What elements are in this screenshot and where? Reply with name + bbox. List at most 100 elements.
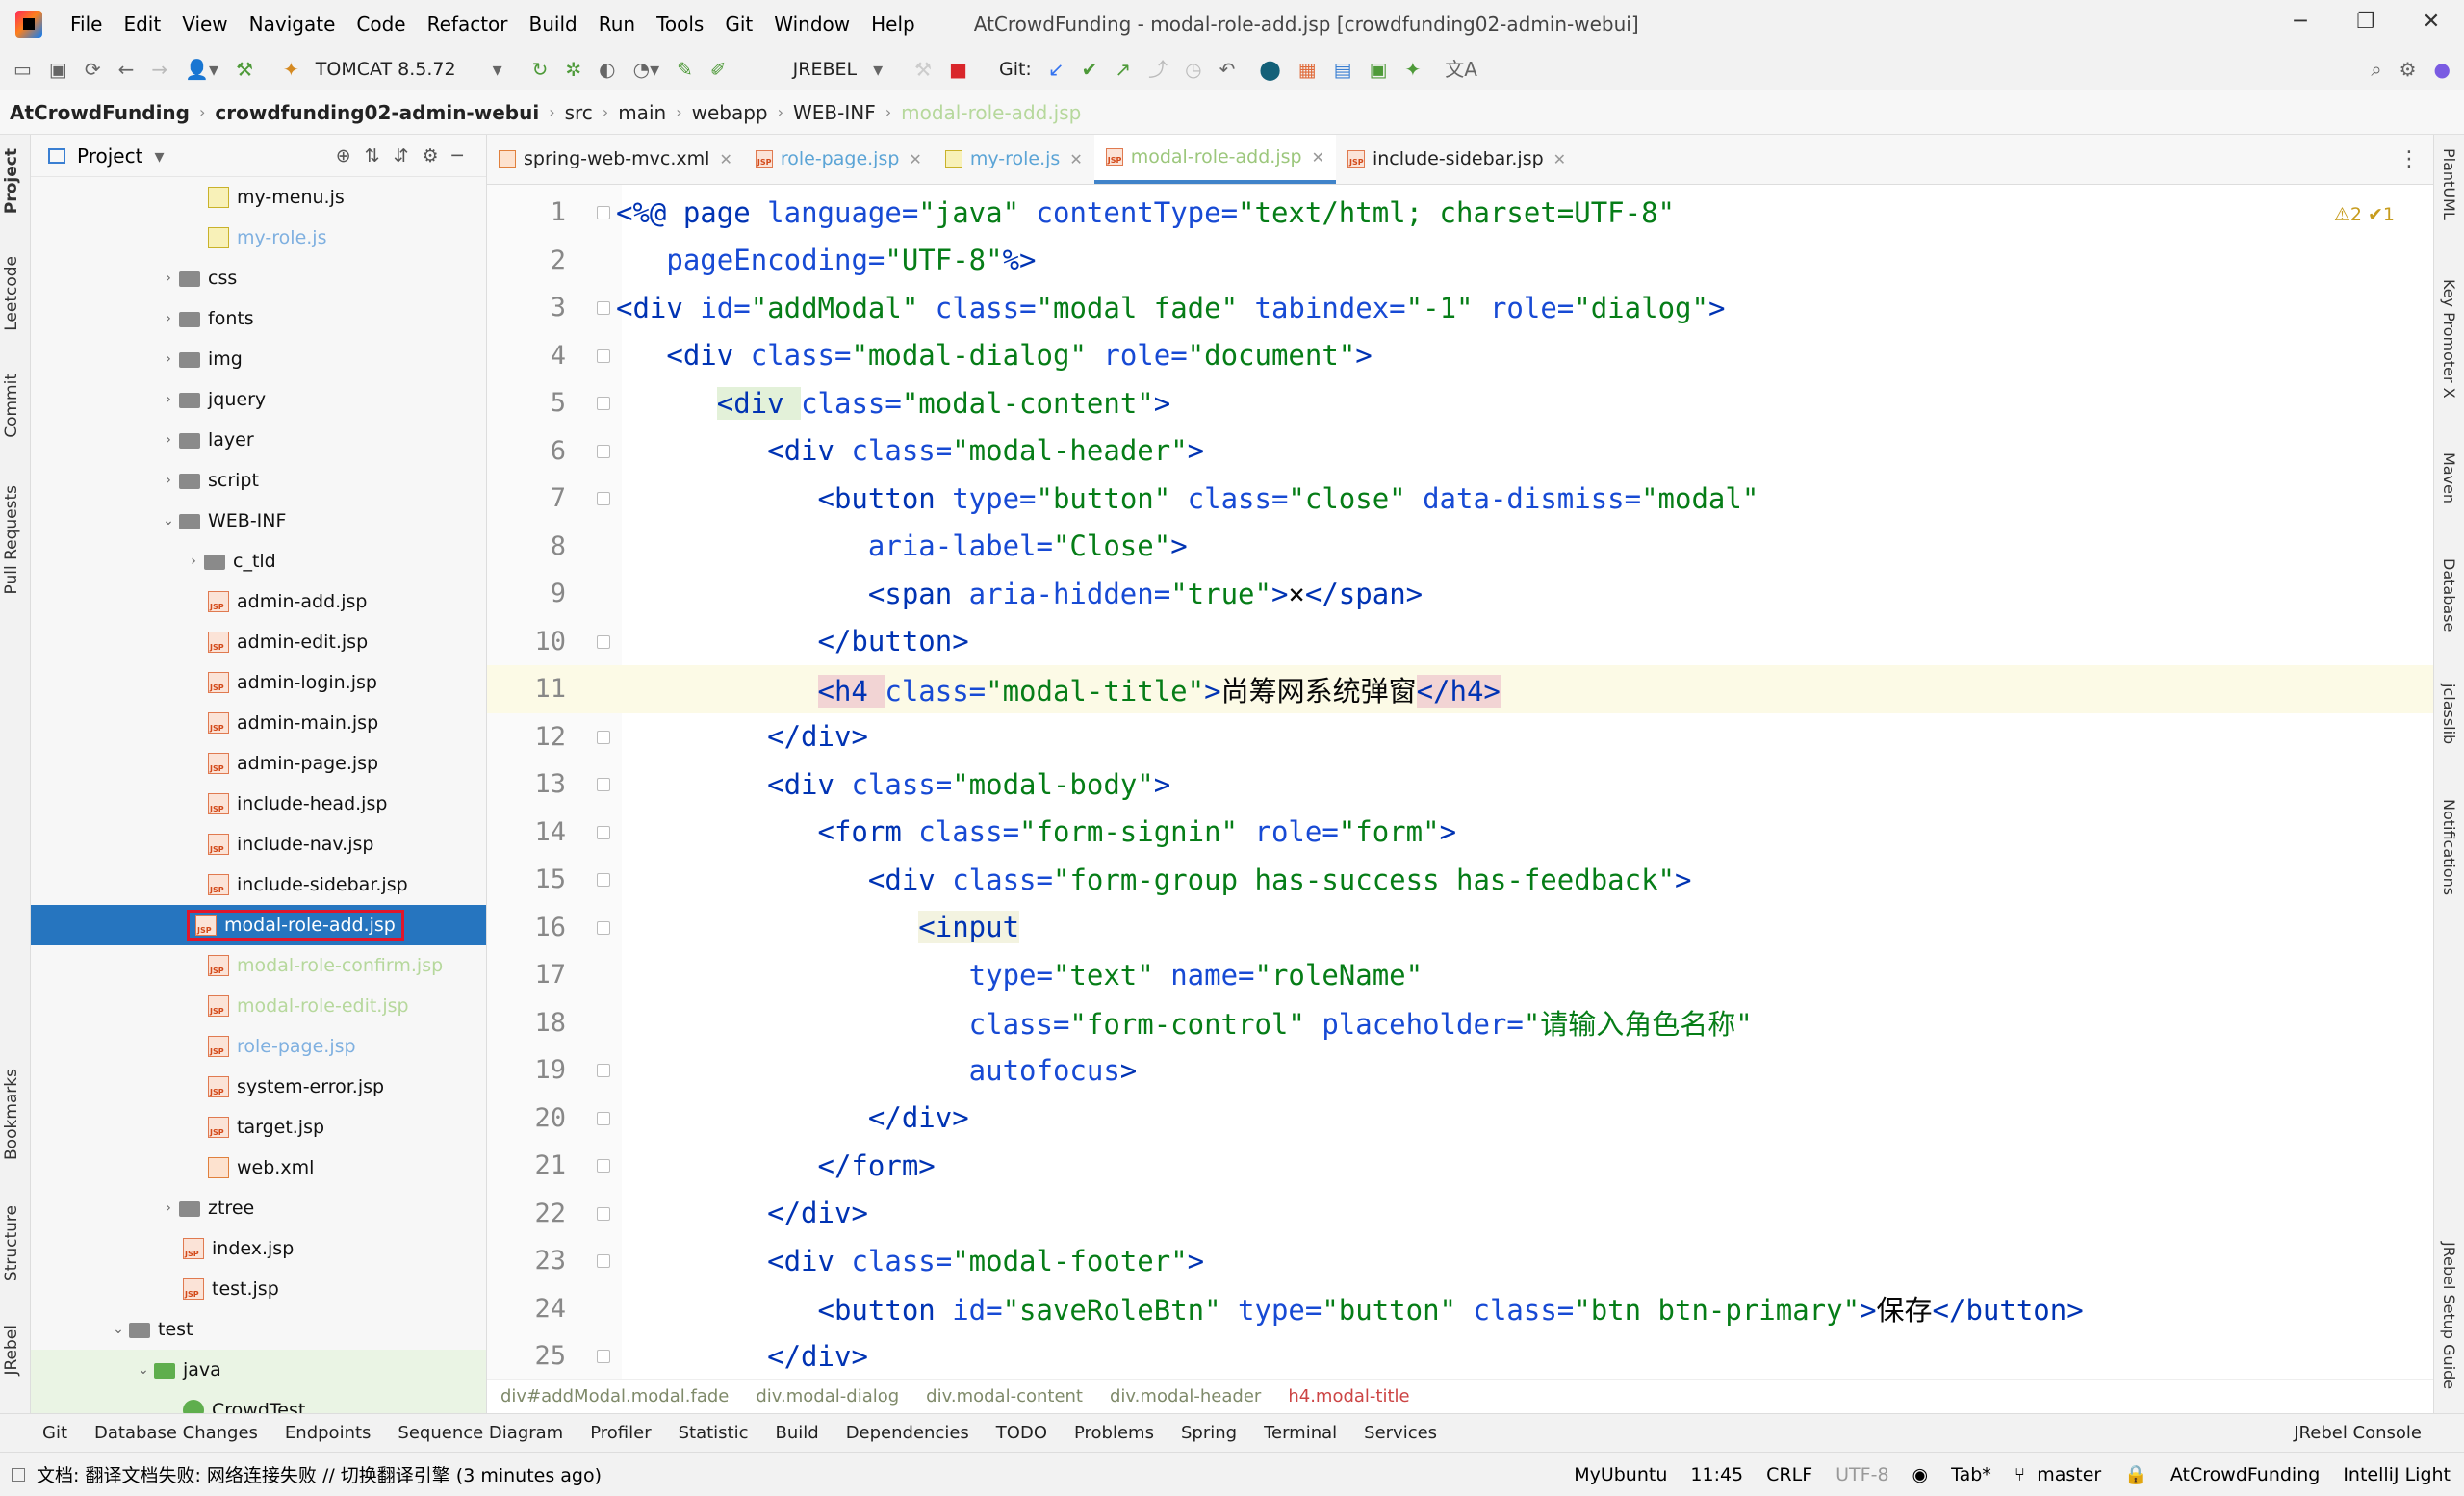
fold-icon[interactable] bbox=[597, 778, 610, 791]
sync-icon[interactable]: ⟳ bbox=[85, 60, 101, 79]
tree-file[interactable]: my-role.js bbox=[31, 218, 486, 258]
tree-file[interactable]: admin-login.jsp bbox=[31, 662, 486, 703]
run-config-selector[interactable]: TOMCAT 8.5.72 bbox=[316, 59, 456, 80]
tree-file[interactable]: modal-role-confirm.jsp bbox=[31, 945, 486, 986]
close-icon[interactable]: ✕ bbox=[2399, 0, 2464, 48]
history-icon[interactable]: ◷ bbox=[1185, 60, 1201, 79]
menu-build[interactable]: Build bbox=[519, 13, 588, 36]
eye-icon[interactable]: ◉ bbox=[1912, 1464, 1929, 1485]
status-indent[interactable]: Tab* bbox=[1951, 1464, 1991, 1485]
lock-icon[interactable]: 🔒 bbox=[2124, 1463, 2147, 1485]
tree-file[interactable]: admin-page.jsp bbox=[31, 743, 486, 784]
editor-crumb[interactable]: div.modal-dialog bbox=[742, 1386, 912, 1406]
fold-icon[interactable] bbox=[597, 1254, 610, 1268]
tree-folder[interactable]: ⌄ test bbox=[31, 1309, 486, 1350]
right-tab-notifications[interactable]: Notifications bbox=[2440, 799, 2458, 895]
chevron-right-icon[interactable]: › bbox=[158, 311, 179, 326]
git-update-icon[interactable]: ↙ bbox=[1048, 60, 1065, 79]
status-time[interactable]: 11:45 bbox=[1690, 1464, 1743, 1485]
open-folder-icon[interactable]: ▭ bbox=[13, 60, 32, 79]
chevron-right-icon[interactable]: › bbox=[158, 432, 179, 448]
editor-crumb[interactable]: h4.modal-title bbox=[1274, 1386, 1423, 1406]
toolwin-problems[interactable]: Problems bbox=[1074, 1423, 1154, 1443]
menu-refactor[interactable]: Refactor bbox=[417, 13, 519, 36]
menu-git[interactable]: Git bbox=[714, 13, 763, 36]
toolwin-sequence-diagram[interactable]: Sequence Diagram bbox=[398, 1423, 563, 1443]
chevron-right-icon[interactable]: › bbox=[183, 554, 204, 569]
menu-tools[interactable]: Tools bbox=[646, 13, 714, 36]
tree-file[interactable]: web.xml bbox=[31, 1148, 486, 1188]
chevron-right-icon[interactable]: › bbox=[158, 473, 179, 488]
tree-file[interactable]: role-page.jsp bbox=[31, 1026, 486, 1067]
tree-file[interactable]: test.jsp bbox=[31, 1269, 486, 1309]
status-toggle-icon[interactable] bbox=[12, 1467, 25, 1482]
close-tab-icon[interactable]: ✕ bbox=[1069, 150, 1082, 168]
right-tab-jrebel-setup-guide[interactable]: JRebel Setup Guide bbox=[2440, 1242, 2458, 1389]
menu-window[interactable]: Window bbox=[763, 13, 860, 36]
left-tab-project[interactable]: Project bbox=[2, 148, 21, 214]
toolwin-services[interactable]: Services bbox=[1364, 1423, 1437, 1443]
rollback-icon[interactable]: ↶ bbox=[1219, 60, 1236, 79]
project-view-selector[interactable]: Project bbox=[77, 144, 142, 168]
chevron-down-icon[interactable]: ⌄ bbox=[158, 513, 179, 529]
status-deployment-host[interactable]: MyUbuntu bbox=[1574, 1464, 1667, 1485]
tree-folder[interactable]: › layer bbox=[31, 420, 486, 460]
left-tab-pull-requests[interactable]: Pull Requests bbox=[2, 485, 21, 595]
breadcrumb-webapp[interactable]: webapp bbox=[682, 101, 778, 124]
fold-icon[interactable] bbox=[597, 397, 610, 410]
tree-folder[interactable]: › css bbox=[31, 258, 486, 298]
editor-crumb[interactable]: div#addModal.modal.fade bbox=[487, 1386, 742, 1406]
right-tab-plantuml[interactable]: PlantUML bbox=[2440, 148, 2458, 220]
menu-edit[interactable]: Edit bbox=[113, 13, 171, 36]
tree-file[interactable]: target.jsp bbox=[31, 1107, 486, 1148]
fold-icon[interactable] bbox=[597, 730, 610, 744]
tree-file[interactable]: include-head.jsp bbox=[31, 784, 486, 824]
toolwin-endpoints[interactable]: Endpoints bbox=[285, 1423, 372, 1443]
toolwin-jrebel-console[interactable]: JRebel Console bbox=[2294, 1423, 2422, 1443]
back-icon[interactable]: ← bbox=[118, 60, 135, 79]
tree-file[interactable]: CrowdTest bbox=[31, 1390, 486, 1413]
breadcrumb-module[interactable]: crowdfunding02-admin-webui bbox=[205, 101, 549, 124]
git-commit-icon[interactable]: ✔ bbox=[1082, 60, 1098, 79]
status-branch[interactable]: master bbox=[2037, 1464, 2101, 1485]
tab-role-page-jsp[interactable]: role-page.jsp✕ bbox=[744, 135, 934, 184]
chevron-right-icon[interactable]: › bbox=[158, 351, 179, 367]
jrebel-icon[interactable]: ✦ bbox=[1404, 60, 1421, 79]
more-tabs-icon[interactable]: ⋮ bbox=[2399, 147, 2420, 171]
toolwin-dependencies[interactable]: Dependencies bbox=[846, 1423, 969, 1443]
tree-folder[interactable]: › img bbox=[31, 339, 486, 379]
jrebel-debug-icon[interactable]: ✐ bbox=[710, 60, 727, 79]
code-area[interactable]: 1 <%@ page language="java" contentType="t… bbox=[487, 185, 2433, 1379]
right-tab-key-promoter[interactable]: Key Promoter X bbox=[2440, 279, 2458, 399]
fold-icon[interactable] bbox=[597, 1159, 610, 1173]
close-tab-icon[interactable]: ✕ bbox=[1553, 150, 1566, 168]
menu-file[interactable]: File bbox=[60, 13, 113, 36]
menu-run[interactable]: Run bbox=[588, 13, 646, 36]
build-hammer-icon[interactable]: ⚒ bbox=[236, 60, 253, 79]
jrebel-selector[interactable]: JREBEL bbox=[793, 59, 857, 80]
fold-icon[interactable] bbox=[597, 492, 610, 505]
tree-folder[interactable]: › c_tld bbox=[31, 541, 486, 581]
tree-file[interactable]: include-nav.jsp bbox=[31, 824, 486, 864]
chevron-down-icon[interactable]: ▾ bbox=[493, 60, 502, 79]
plugin-icon[interactable]: ▦ bbox=[1298, 60, 1317, 79]
fold-icon[interactable] bbox=[597, 444, 610, 458]
toolwin-todo[interactable]: TODO bbox=[996, 1423, 1047, 1443]
status-project[interactable]: AtCrowdFunding bbox=[2170, 1464, 2320, 1485]
toolwin-build[interactable]: Build bbox=[776, 1423, 819, 1443]
git-push-icon[interactable]: ↗ bbox=[1115, 60, 1131, 79]
tree-folder[interactable]: ⌄ java bbox=[31, 1350, 486, 1390]
menu-code[interactable]: Code bbox=[346, 13, 416, 36]
editor-crumb[interactable]: div.modal-header bbox=[1096, 1386, 1274, 1406]
chevron-down-icon[interactable]: ⌄ bbox=[108, 1322, 129, 1337]
left-tab-structure[interactable]: Structure bbox=[2, 1205, 21, 1281]
hammer-disabled-icon[interactable]: ⚒ bbox=[914, 60, 932, 79]
tree-folder[interactable]: › ztree bbox=[31, 1188, 486, 1228]
tab-modal-role-add-jsp[interactable]: modal-role-add.jsp✕ bbox=[1093, 135, 1336, 184]
toolwin-terminal[interactable]: Terminal bbox=[1264, 1423, 1337, 1443]
maximize-icon[interactable]: ❐ bbox=[2333, 0, 2399, 48]
menu-navigate[interactable]: Navigate bbox=[239, 13, 346, 36]
translate-icon[interactable]: 文A bbox=[1445, 60, 1477, 79]
fold-icon[interactable] bbox=[597, 920, 610, 935]
fold-icon[interactable] bbox=[597, 348, 610, 363]
